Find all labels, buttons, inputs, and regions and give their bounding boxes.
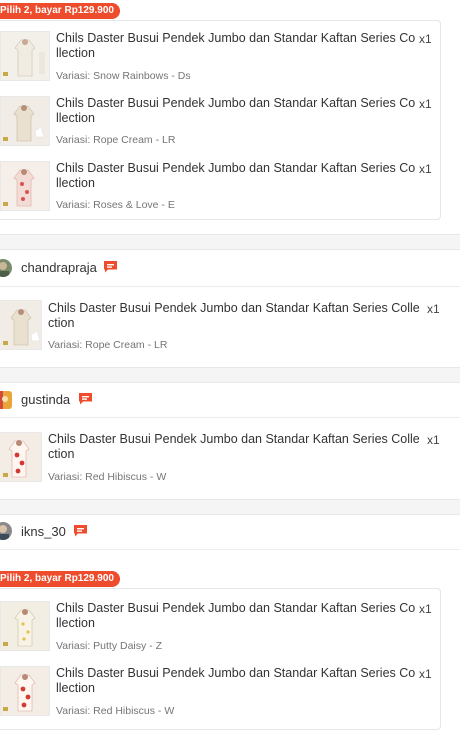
shop-name[interactable]: chandrapraja — [21, 260, 97, 275]
item-variant: Variasi: Red Hibiscus - W — [56, 705, 175, 717]
divider — [0, 286, 460, 287]
product-title[interactable]: Chils Daster Busui Pendek Jumbo dan Stan… — [48, 432, 420, 462]
product-thumbnail — [0, 666, 50, 716]
item-variant: Variasi: Rope Cream - LR — [56, 134, 176, 146]
item-variant: Variasi: Snow Rainbows - Ds — [56, 70, 191, 82]
bundle-promo-badge: Pilih 2, bayar Rp129.900 — [0, 571, 120, 587]
item-variant: Variasi: Putty Daisy - Z — [56, 640, 162, 652]
item-quantity: x1 — [419, 32, 432, 46]
item-quantity: x1 — [427, 302, 440, 316]
item-quantity: x1 — [419, 602, 432, 616]
shop-avatar — [0, 391, 12, 409]
item-quantity: x1 — [419, 97, 432, 111]
product-title[interactable]: Chils Daster Busui Pendek Jumbo dan Stan… — [48, 301, 420, 331]
item-quantity: x1 — [419, 667, 432, 681]
product-thumbnail — [0, 432, 42, 482]
divider — [0, 549, 460, 550]
chat-bubble-icon[interactable] — [78, 392, 93, 405]
shop-header[interactable]: ikns_30 — [0, 514, 460, 550]
chat-bubble-icon[interactable] — [103, 260, 118, 273]
product-thumbnail — [0, 96, 50, 146]
product-title[interactable]: Chils Daster Busui Pendek Jumbo dan Stan… — [56, 31, 418, 61]
section-separator — [0, 234, 460, 250]
product-thumbnail — [0, 601, 50, 651]
shop-header[interactable]: gustinda — [0, 382, 460, 418]
product-thumbnail — [0, 31, 50, 81]
item-quantity: x1 — [427, 433, 440, 447]
item-variant: Variasi: Rope Cream - LR — [48, 339, 168, 351]
product-title[interactable]: Chils Daster Busui Pendek Jumbo dan Stan… — [56, 601, 418, 631]
product-title[interactable]: Chils Daster Busui Pendek Jumbo dan Stan… — [56, 161, 418, 191]
shop-avatar — [0, 259, 12, 277]
shop-name[interactable]: gustinda — [21, 392, 70, 407]
product-title[interactable]: Chils Daster Busui Pendek Jumbo dan Stan… — [56, 666, 418, 696]
shop-name[interactable]: ikns_30 — [21, 524, 66, 539]
product-thumbnail — [0, 161, 50, 211]
section-separator — [0, 499, 460, 515]
product-title[interactable]: Chils Daster Busui Pendek Jumbo dan Stan… — [56, 96, 418, 126]
bundle-promo-badge: Pilih 2, bayar Rp129.900 — [0, 3, 120, 19]
section-separator — [0, 367, 460, 383]
shop-header[interactable]: chandrapraja — [0, 250, 460, 286]
product-thumbnail — [0, 300, 42, 350]
chat-bubble-icon[interactable] — [73, 524, 88, 537]
shop-avatar — [0, 522, 12, 540]
item-quantity: x1 — [419, 162, 432, 176]
divider — [0, 417, 460, 418]
item-variant: Variasi: Roses & Love - E — [56, 199, 175, 211]
item-variant: Variasi: Red Hibiscus - W — [48, 471, 167, 483]
